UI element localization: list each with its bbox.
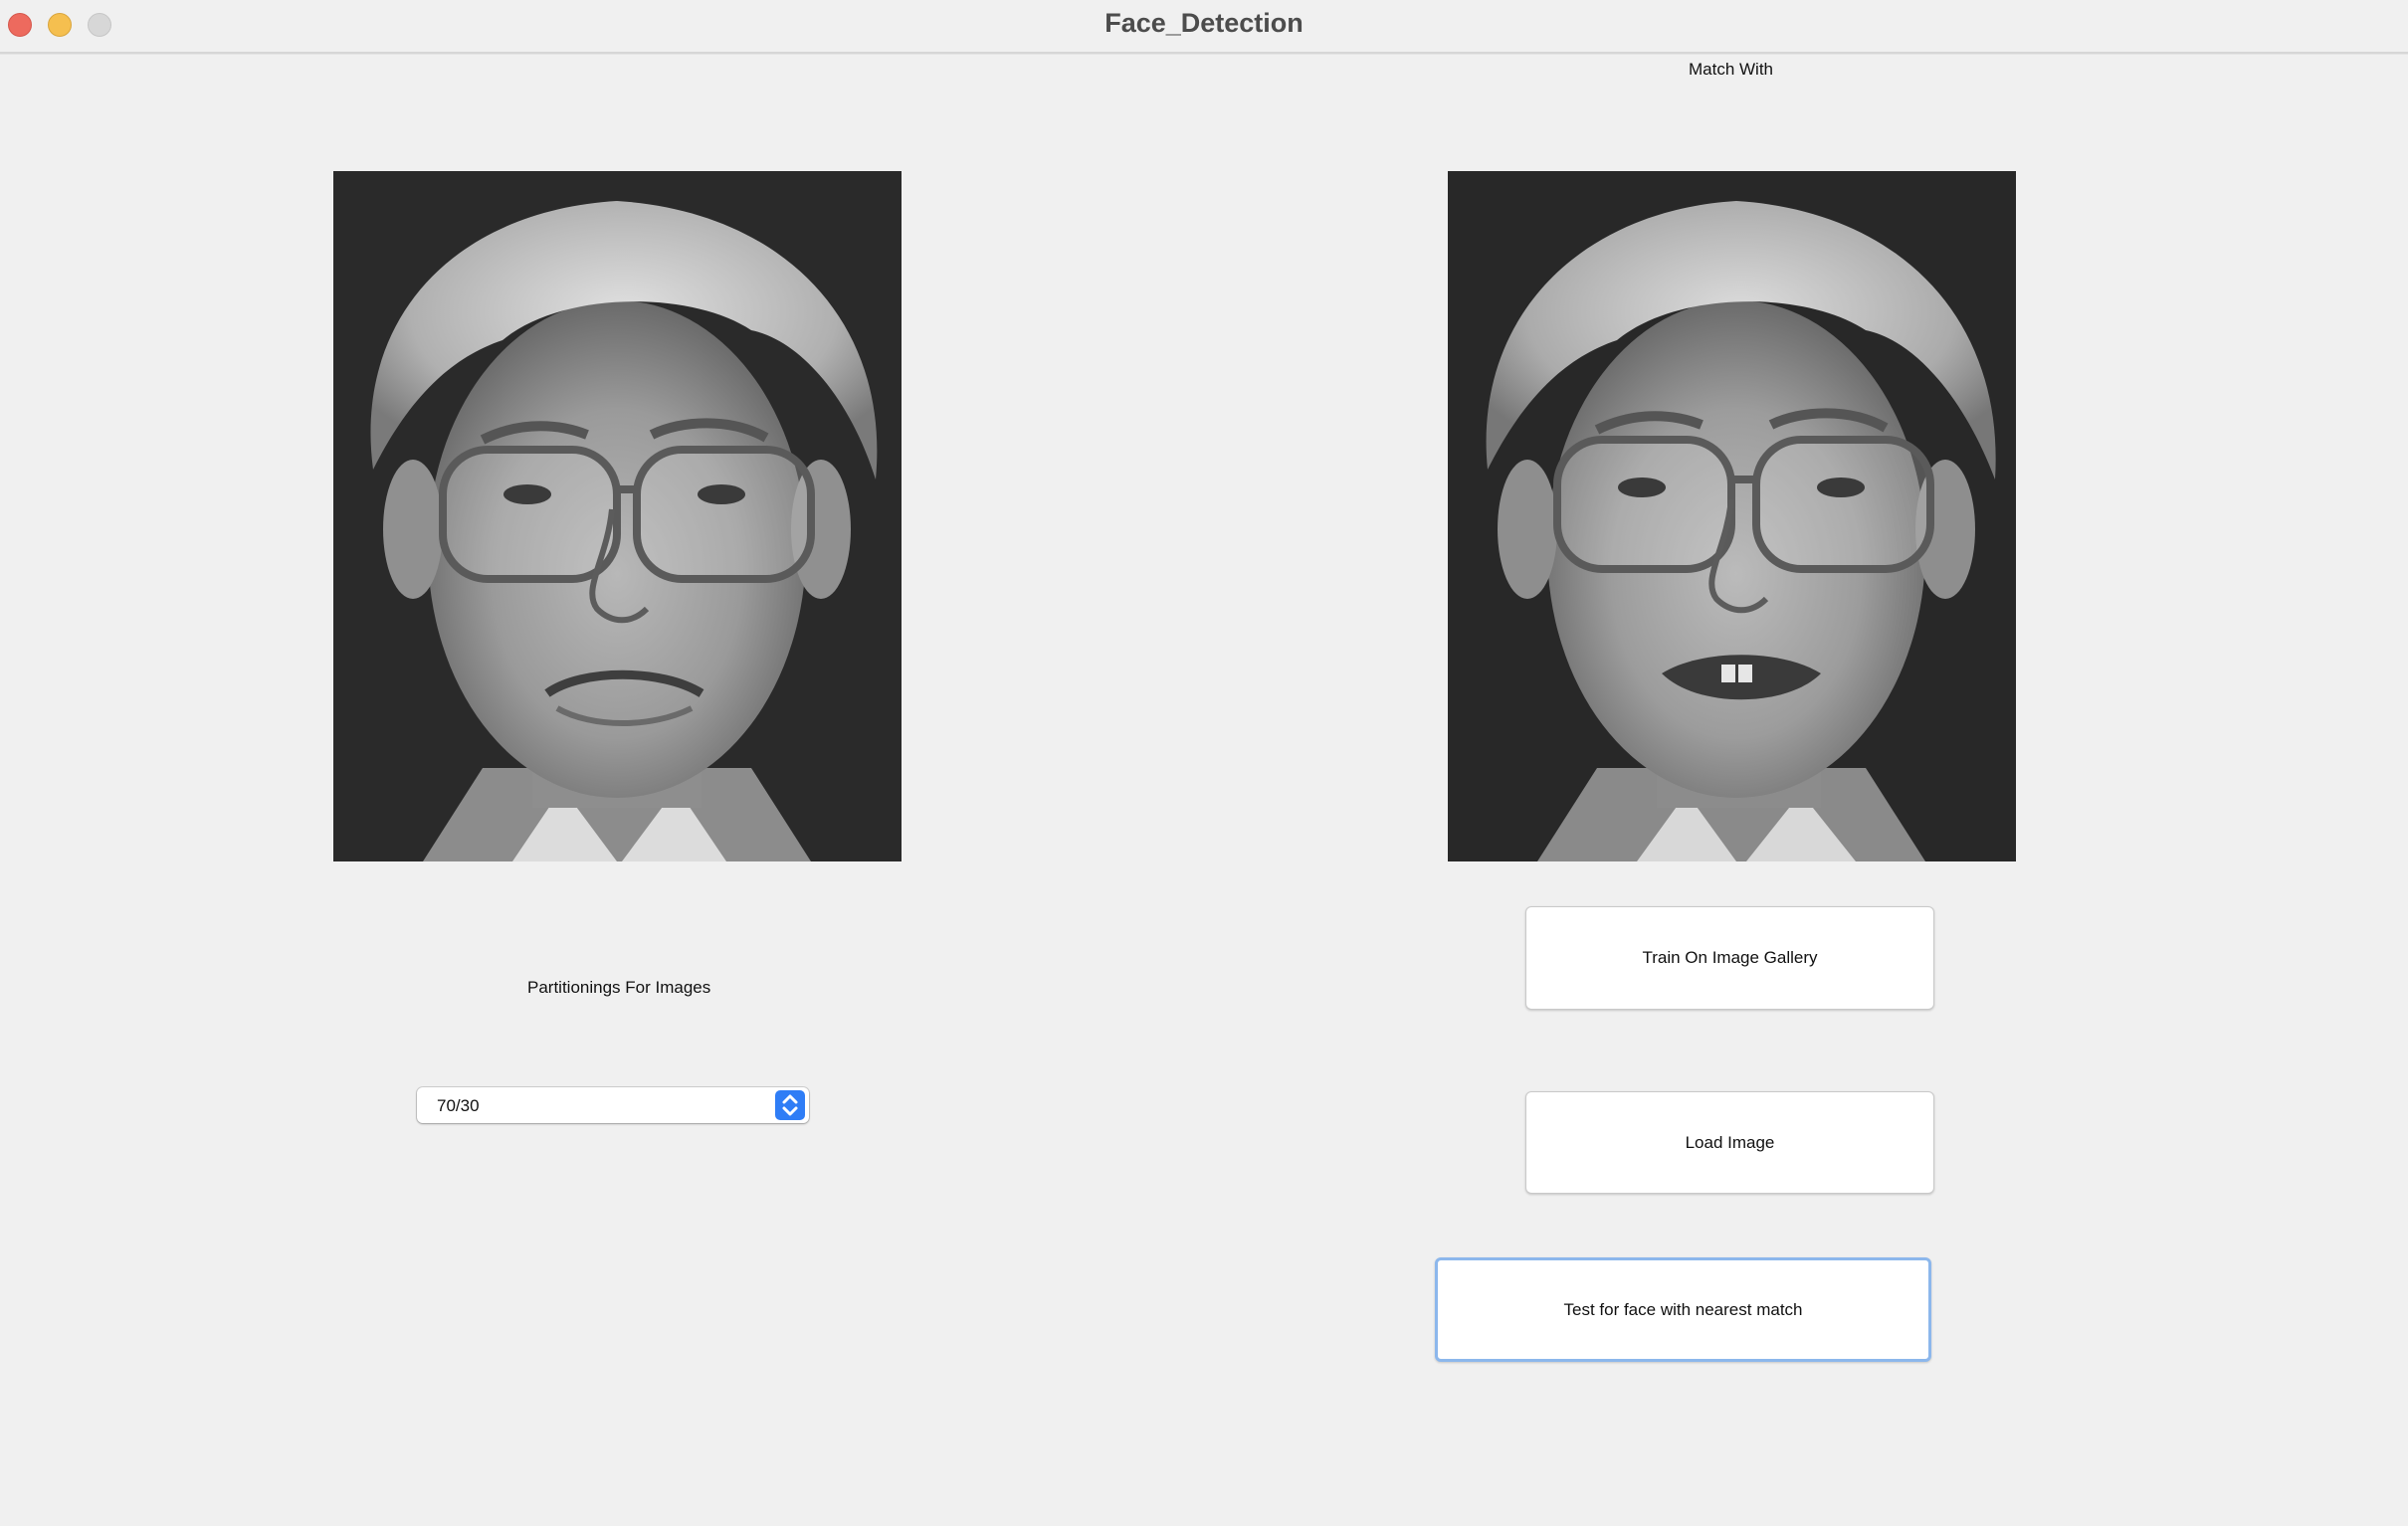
match-with-label: Match With (1689, 60, 1774, 79)
partition-select-value: 70/30 (437, 1096, 480, 1115)
app-window: Face_Detection Match With Partitionings … (0, 0, 2408, 1526)
window-title: Face_Detection (1104, 8, 1304, 38)
partition-select[interactable]: 70/30 (417, 1087, 809, 1123)
up-down-chevron-icon[interactable] (775, 1090, 805, 1120)
partitionings-label: Partitionings For Images (527, 978, 711, 997)
test-nearest-match-button[interactable]: Test for face with nearest match (1435, 1257, 1931, 1362)
train-on-gallery-button[interactable]: Train On Image Gallery (1525, 906, 1934, 1010)
title-bar: Face_Detection (0, 0, 2408, 54)
load-image-button[interactable]: Load Image (1525, 1091, 1934, 1194)
matched-face-image (1448, 171, 2016, 861)
source-face-image (333, 171, 902, 861)
